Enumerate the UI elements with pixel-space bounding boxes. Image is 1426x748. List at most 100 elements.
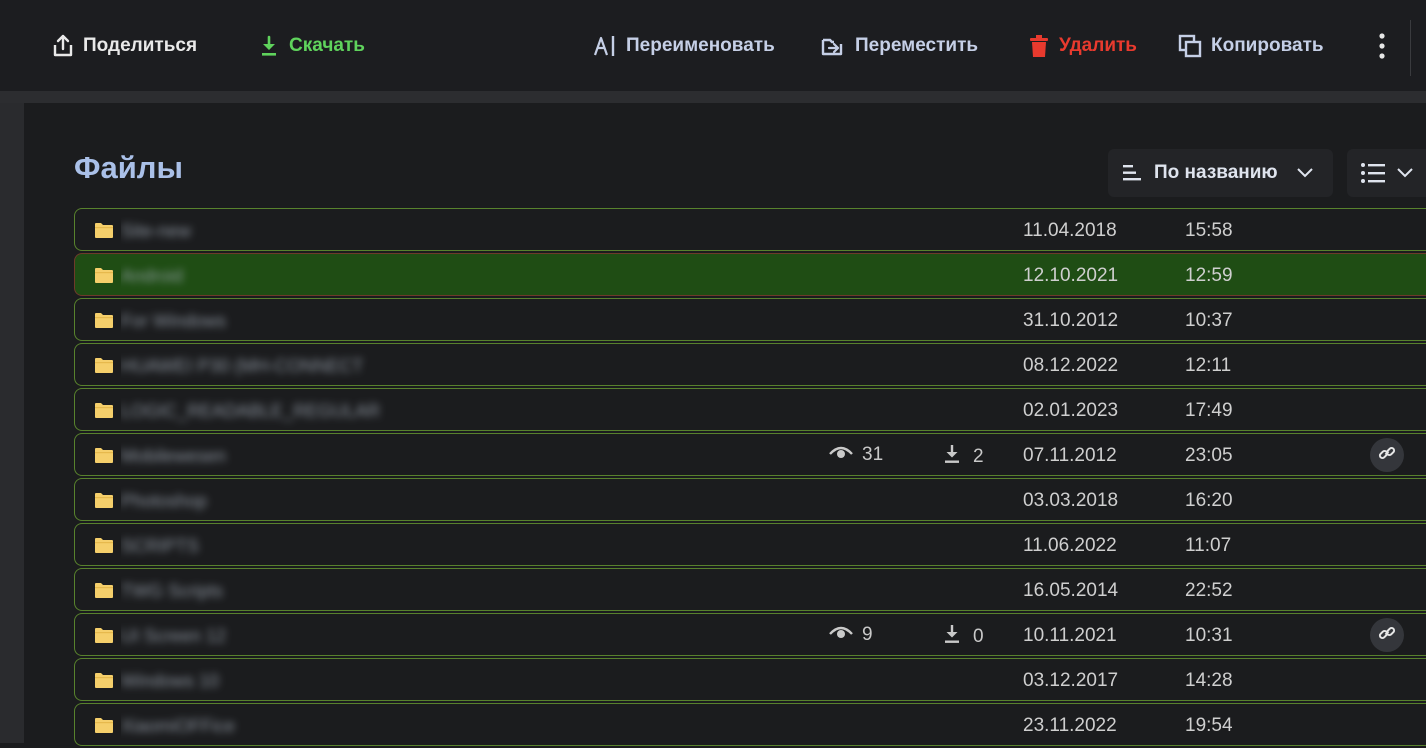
rename-icon [593, 36, 615, 56]
file-name: XiaomiOFFice [121, 716, 236, 736]
file-time: 15:58 [1185, 220, 1233, 241]
folder-icon [94, 672, 114, 694]
view-count: 31 [829, 444, 883, 466]
file-name-blurred: HUAWEI P30 (MH-CONNECT [121, 344, 387, 385]
file-time: 10:31 [1185, 625, 1233, 646]
eye-icon [829, 624, 853, 646]
download-count: 0 [943, 624, 984, 650]
file-name: Photoshop [121, 491, 208, 511]
move-button[interactable]: Переместить [820, 30, 978, 62]
file-name-blurred: TWG Scripts [121, 569, 387, 610]
toolbar-edge-divider [1410, 20, 1426, 76]
file-time: 23:05 [1185, 445, 1233, 466]
folder-icon [94, 627, 114, 649]
view-count: 9 [829, 624, 873, 646]
file-name: Windows 10 [121, 671, 220, 691]
copy-icon [1178, 34, 1202, 58]
list-view-icon [1361, 163, 1385, 183]
folder-icon [94, 582, 114, 604]
delete-button[interactable]: Удалить [1028, 30, 1137, 62]
file-date: 31.10.2012 [1023, 310, 1119, 331]
file-row[interactable]: Android 12.10.2021 12:59 [74, 253, 1426, 296]
move-label: Переместить [855, 35, 979, 56]
file-name: SCRIPTS [121, 536, 200, 556]
folder-icon [94, 492, 114, 514]
download-count-value: 0 [973, 626, 984, 647]
share-label: Поделиться [83, 35, 198, 56]
file-row[interactable]: UI Screen 12 9 0 10.11.2021 10:31 [74, 613, 1426, 656]
chevron-down-icon [1397, 168, 1413, 178]
download-label: Скачать [289, 35, 365, 56]
eye-icon [829, 444, 853, 466]
share-button[interactable]: Поделиться [52, 30, 197, 62]
file-row[interactable]: LOGIC_READABLE_REGULAR 02.01.2023 17:49 [74, 388, 1426, 431]
left-sidebar-edge [0, 103, 24, 743]
public-link-button[interactable] [1370, 618, 1404, 652]
file-name-blurred: UI Screen 12 [121, 614, 387, 655]
folder-icon [94, 537, 114, 559]
file-row[interactable]: TWG Scripts 16.05.2014 22:52 [74, 568, 1426, 611]
file-row[interactable]: Photoshop 03.03.2018 16:20 [74, 478, 1426, 521]
file-time: 11:07 [1185, 535, 1232, 556]
share-icon [53, 34, 73, 57]
file-name-blurred: LOGIC_READABLE_REGULAR [121, 389, 387, 430]
file-row[interactable]: HUAWEI P30 (MH-CONNECT 08.12.2022 12:11 [74, 343, 1426, 386]
page-title: Файлы [74, 150, 183, 185]
download-icon [262, 35, 276, 56]
file-row[interactable]: For Windows 31.10.2012 10:37 [74, 298, 1426, 341]
file-name-blurred: Windows 10 [121, 659, 387, 700]
chevron-down-icon [1296, 168, 1313, 178]
folder-icon [94, 717, 114, 739]
folder-icon [94, 222, 114, 244]
copy-label: Копировать [1211, 35, 1324, 56]
file-date: 07.11.2012 [1023, 445, 1117, 466]
folder-icon [94, 447, 114, 469]
copy-button[interactable]: Копировать [1178, 30, 1324, 62]
file-row[interactable]: Windows 10 03.12.2017 14:28 [74, 658, 1426, 701]
file-time: 22:52 [1185, 580, 1233, 601]
folder-icon [94, 402, 114, 424]
view-mode-dropdown[interactable] [1347, 149, 1426, 197]
toolbar: Поделиться Скачать Переименовать Перемес… [0, 0, 1426, 103]
view-count-value: 9 [862, 624, 873, 645]
folder-icon [94, 267, 114, 289]
file-time: 17:49 [1185, 400, 1233, 421]
file-name: HUAWEI P30 (MH-CONNECT [121, 356, 364, 376]
file-date: 16.05.2014 [1023, 580, 1119, 601]
file-name-blurred: Photoshop [121, 479, 387, 520]
sort-dropdown[interactable]: По названию [1108, 149, 1333, 197]
rename-label: Переименовать [626, 35, 775, 56]
more-actions-button[interactable] [1372, 30, 1392, 62]
folder-icon [94, 312, 114, 334]
file-row[interactable]: SCRIPTS 11.06.2022 11:07 [74, 523, 1426, 566]
file-name: LOGIC_READABLE_REGULAR [121, 401, 381, 421]
file-name-blurred: Site-new [121, 209, 387, 250]
file-name-blurred: Mobilewesen [121, 434, 387, 475]
file-date: 08.12.2022 [1023, 355, 1119, 376]
download-button[interactable]: Скачать [258, 30, 365, 62]
file-row[interactable]: Site-new 11.04.2018 15:58 [74, 208, 1426, 251]
file-name-blurred: SCRIPTS [121, 524, 387, 565]
rename-button[interactable]: Переименовать [593, 30, 775, 62]
public-link-button[interactable] [1370, 438, 1404, 472]
file-name: UI Screen 12 [121, 626, 227, 646]
file-date: 03.03.2018 [1023, 490, 1119, 511]
file-date: 03.12.2017 [1023, 670, 1119, 691]
more-vertical-icon [1379, 33, 1385, 59]
file-list: Site-new 11.04.2018 15:58 Android 12.10.2021… [74, 208, 1426, 748]
file-date: 23.11.2022 [1023, 715, 1117, 736]
file-row[interactable]: Mobilewesen 31 2 07.11.2012 23:05 [74, 433, 1426, 476]
sort-label: По названию [1154, 162, 1278, 183]
file-date: 11.06.2022 [1023, 535, 1117, 556]
file-name-blurred: Android [121, 254, 387, 295]
download-count: 2 [943, 444, 984, 470]
file-name: Site-new [121, 221, 192, 241]
move-icon [821, 38, 843, 56]
file-date: 02.01.2023 [1023, 400, 1119, 421]
file-name: TWG Scripts [121, 581, 223, 601]
file-time: 14:28 [1185, 670, 1233, 691]
file-time: 16:20 [1185, 490, 1233, 511]
file-row[interactable]: XiaomiOFFice 23.11.2022 19:54 [74, 703, 1426, 746]
download-icon [943, 444, 961, 470]
link-icon [1378, 444, 1396, 467]
